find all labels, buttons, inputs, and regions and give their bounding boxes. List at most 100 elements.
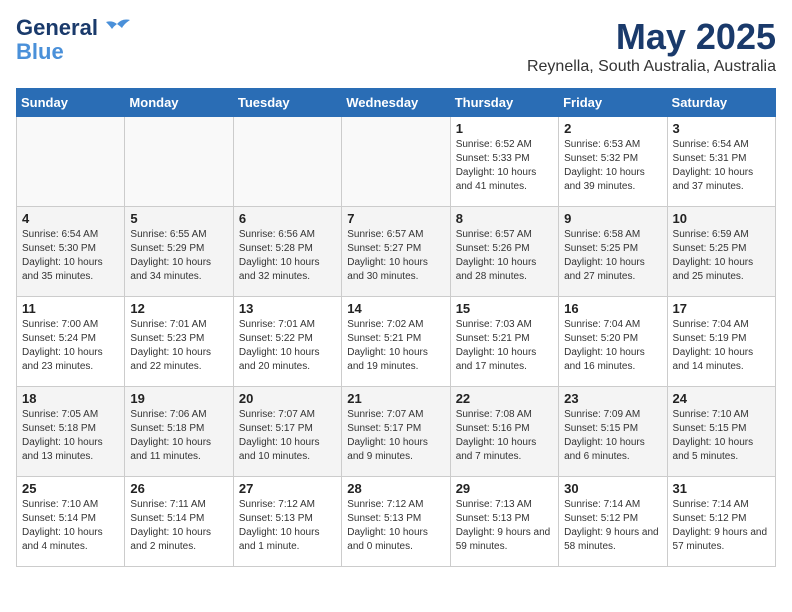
sunrise-text: Sunrise: 6:54 AM: [22, 229, 98, 240]
cell-info: Sunrise: 7:03 AM Sunset: 5:21 PM Dayligh…: [456, 318, 553, 374]
day-number: 5: [130, 211, 227, 226]
daylight-text: Daylight: 10 hours and 30 minutes.: [347, 257, 428, 282]
daylight-text: Daylight: 10 hours and 27 minutes.: [564, 257, 645, 282]
sunset-text: Sunset: 5:22 PM: [239, 333, 313, 344]
calendar-week-row: 11 Sunrise: 7:00 AM Sunset: 5:24 PM Dayl…: [17, 297, 776, 387]
cell-info: Sunrise: 7:01 AM Sunset: 5:23 PM Dayligh…: [130, 318, 227, 374]
sunrise-text: Sunrise: 6:59 AM: [673, 229, 749, 240]
sunset-text: Sunset: 5:21 PM: [347, 333, 421, 344]
sunset-text: Sunset: 5:32 PM: [564, 153, 638, 164]
logo-text: General: [16, 15, 98, 40]
cell-info: Sunrise: 6:52 AM Sunset: 5:33 PM Dayligh…: [456, 138, 553, 194]
cell-info: Sunrise: 7:14 AM Sunset: 5:12 PM Dayligh…: [673, 498, 770, 554]
daylight-text: Daylight: 10 hours and 35 minutes.: [22, 257, 103, 282]
day-number: 12: [130, 301, 227, 316]
calendar-week-row: 25 Sunrise: 7:10 AM Sunset: 5:14 PM Dayl…: [17, 477, 776, 567]
sunset-text: Sunset: 5:17 PM: [347, 423, 421, 434]
day-number: 16: [564, 301, 661, 316]
sunrise-text: Sunrise: 7:12 AM: [239, 499, 315, 510]
sunset-text: Sunset: 5:33 PM: [456, 153, 530, 164]
daylight-text: Daylight: 10 hours and 19 minutes.: [347, 347, 428, 372]
day-number: 8: [456, 211, 553, 226]
calendar-cell: 9 Sunrise: 6:58 AM Sunset: 5:25 PM Dayli…: [559, 207, 667, 297]
sunset-text: Sunset: 5:27 PM: [347, 243, 421, 254]
daylight-text: Daylight: 10 hours and 13 minutes.: [22, 437, 103, 462]
sunrise-text: Sunrise: 7:07 AM: [239, 409, 315, 420]
daylight-text: Daylight: 10 hours and 14 minutes.: [673, 347, 754, 372]
calendar-cell: [125, 117, 233, 207]
calendar-week-row: 18 Sunrise: 7:05 AM Sunset: 5:18 PM Dayl…: [17, 387, 776, 477]
cell-info: Sunrise: 6:54 AM Sunset: 5:30 PM Dayligh…: [22, 228, 119, 284]
daylight-text: Daylight: 10 hours and 6 minutes.: [564, 437, 645, 462]
calendar-cell: 25 Sunrise: 7:10 AM Sunset: 5:14 PM Dayl…: [17, 477, 125, 567]
cell-info: Sunrise: 7:12 AM Sunset: 5:13 PM Dayligh…: [347, 498, 444, 554]
day-number: 6: [239, 211, 336, 226]
sunset-text: Sunset: 5:26 PM: [456, 243, 530, 254]
sunrise-text: Sunrise: 7:06 AM: [130, 409, 206, 420]
cell-info: Sunrise: 7:09 AM Sunset: 5:15 PM Dayligh…: [564, 408, 661, 464]
day-number: 24: [673, 391, 770, 406]
calendar-cell: 1 Sunrise: 6:52 AM Sunset: 5:33 PM Dayli…: [450, 117, 558, 207]
sunrise-text: Sunrise: 7:14 AM: [564, 499, 640, 510]
day-number: 4: [22, 211, 119, 226]
header-saturday: Saturday: [667, 89, 775, 117]
sunrise-text: Sunrise: 7:00 AM: [22, 319, 98, 330]
calendar-cell: 20 Sunrise: 7:07 AM Sunset: 5:17 PM Dayl…: [233, 387, 341, 477]
calendar-cell: 29 Sunrise: 7:13 AM Sunset: 5:13 PM Dayl…: [450, 477, 558, 567]
daylight-text: Daylight: 10 hours and 9 minutes.: [347, 437, 428, 462]
calendar-cell: 8 Sunrise: 6:57 AM Sunset: 5:26 PM Dayli…: [450, 207, 558, 297]
cell-info: Sunrise: 7:06 AM Sunset: 5:18 PM Dayligh…: [130, 408, 227, 464]
calendar-cell: 18 Sunrise: 7:05 AM Sunset: 5:18 PM Dayl…: [17, 387, 125, 477]
sunrise-text: Sunrise: 7:04 AM: [673, 319, 749, 330]
calendar-cell: 30 Sunrise: 7:14 AM Sunset: 5:12 PM Dayl…: [559, 477, 667, 567]
cell-info: Sunrise: 7:05 AM Sunset: 5:18 PM Dayligh…: [22, 408, 119, 464]
sunset-text: Sunset: 5:14 PM: [130, 513, 204, 524]
sunrise-text: Sunrise: 6:57 AM: [347, 229, 423, 240]
sunset-text: Sunset: 5:15 PM: [673, 423, 747, 434]
calendar-cell: 7 Sunrise: 6:57 AM Sunset: 5:27 PM Dayli…: [342, 207, 450, 297]
cell-info: Sunrise: 6:55 AM Sunset: 5:29 PM Dayligh…: [130, 228, 227, 284]
day-number: 15: [456, 301, 553, 316]
sunset-text: Sunset: 5:24 PM: [22, 333, 96, 344]
sunrise-text: Sunrise: 7:02 AM: [347, 319, 423, 330]
day-number: 1: [456, 121, 553, 136]
header-tuesday: Tuesday: [233, 89, 341, 117]
calendar-week-row: 4 Sunrise: 6:54 AM Sunset: 5:30 PM Dayli…: [17, 207, 776, 297]
day-number: 21: [347, 391, 444, 406]
calendar-cell: 15 Sunrise: 7:03 AM Sunset: 5:21 PM Dayl…: [450, 297, 558, 387]
calendar-cell: 27 Sunrise: 7:12 AM Sunset: 5:13 PM Dayl…: [233, 477, 341, 567]
day-number: 23: [564, 391, 661, 406]
daylight-text: Daylight: 10 hours and 1 minute.: [239, 527, 320, 552]
sunrise-text: Sunrise: 7:08 AM: [456, 409, 532, 420]
day-number: 9: [564, 211, 661, 226]
sunrise-text: Sunrise: 6:56 AM: [239, 229, 315, 240]
daylight-text: Daylight: 10 hours and 5 minutes.: [673, 437, 754, 462]
day-number: 27: [239, 481, 336, 496]
logo-blue: Blue: [16, 39, 64, 64]
cell-info: Sunrise: 7:01 AM Sunset: 5:22 PM Dayligh…: [239, 318, 336, 374]
calendar-cell: 22 Sunrise: 7:08 AM Sunset: 5:16 PM Dayl…: [450, 387, 558, 477]
sunset-text: Sunset: 5:16 PM: [456, 423, 530, 434]
day-number: 14: [347, 301, 444, 316]
sunrise-text: Sunrise: 7:03 AM: [456, 319, 532, 330]
daylight-text: Daylight: 9 hours and 59 minutes.: [456, 527, 551, 552]
day-number: 22: [456, 391, 553, 406]
header-monday: Monday: [125, 89, 233, 117]
title-block: May 2025 Reynella, South Australia, Aust…: [527, 16, 776, 76]
sunrise-text: Sunrise: 7:10 AM: [673, 409, 749, 420]
calendar-cell: [17, 117, 125, 207]
daylight-text: Daylight: 10 hours and 17 minutes.: [456, 347, 537, 372]
day-number: 20: [239, 391, 336, 406]
cell-info: Sunrise: 6:53 AM Sunset: 5:32 PM Dayligh…: [564, 138, 661, 194]
header-friday: Friday: [559, 89, 667, 117]
sunset-text: Sunset: 5:20 PM: [564, 333, 638, 344]
sunset-text: Sunset: 5:12 PM: [564, 513, 638, 524]
cell-info: Sunrise: 6:57 AM Sunset: 5:26 PM Dayligh…: [456, 228, 553, 284]
calendar-cell: 5 Sunrise: 6:55 AM Sunset: 5:29 PM Dayli…: [125, 207, 233, 297]
daylight-text: Daylight: 10 hours and 32 minutes.: [239, 257, 320, 282]
sunrise-text: Sunrise: 6:57 AM: [456, 229, 532, 240]
sunset-text: Sunset: 5:21 PM: [456, 333, 530, 344]
calendar-cell: 24 Sunrise: 7:10 AM Sunset: 5:15 PM Dayl…: [667, 387, 775, 477]
cell-info: Sunrise: 7:13 AM Sunset: 5:13 PM Dayligh…: [456, 498, 553, 554]
cell-info: Sunrise: 7:11 AM Sunset: 5:14 PM Dayligh…: [130, 498, 227, 554]
